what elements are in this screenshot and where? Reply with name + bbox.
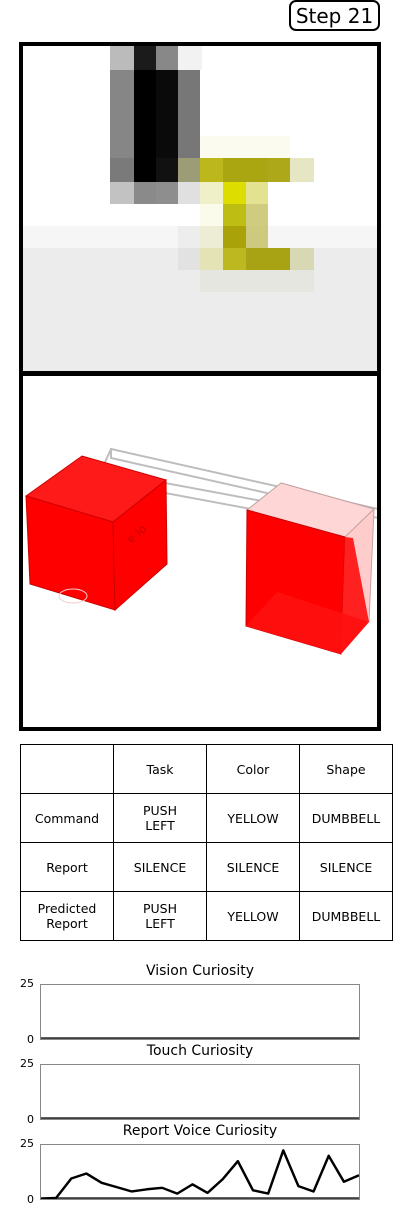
vision-curiosity-title: Vision Curiosity: [145, 963, 255, 979]
row-label-cell: Predicted Report: [20, 891, 114, 941]
color-cell: YELLOW: [206, 793, 300, 843]
shape-cell: DUMBBELL: [299, 891, 393, 941]
task-cell: PUSH LEFT: [113, 793, 207, 843]
touch-curiosity-plot: [40, 1064, 360, 1120]
command-report-table: Task Color Shape Command PUSH LEFT YELLOW…: [20, 744, 393, 941]
color-cell: YELLOW: [206, 891, 300, 941]
curiosity-series-line: [41, 1149, 359, 1199]
y-tick-label: 25: [20, 977, 34, 990]
right-red-cube: [245, 482, 375, 655]
task-cell: PUSH LEFT: [113, 891, 207, 941]
shape-cell: DUMBBELL: [299, 793, 393, 843]
vision-observation-panel: [19, 42, 381, 375]
y-tick-label: 25: [20, 1137, 34, 1150]
vision-curiosity-svg: [41, 1037, 359, 1039]
report-voice-curiosity-plot: [40, 1144, 360, 1200]
vision-pixel-image: [23, 46, 377, 371]
report-voice-curiosity-title: Report Voice Curiosity: [122, 1123, 278, 1139]
task-cell: SILENCE: [113, 842, 207, 892]
row-label-cell: Report: [20, 842, 114, 892]
table-header-cell: Task: [113, 744, 207, 794]
touch-curiosity-title: Touch Curiosity: [146, 1043, 254, 1059]
row-label-cell: Command: [20, 793, 114, 843]
report-voice-curiosity-svg: [41, 1149, 359, 1199]
y-tick-label: 0: [27, 1193, 34, 1206]
vision-curiosity-plot: [40, 984, 360, 1040]
table-header-cell: Color: [206, 744, 300, 794]
touch-curiosity-svg: [41, 1117, 359, 1119]
table-row: Predicted Report PUSH LEFT YELLOW DUMBBELL: [20, 891, 393, 941]
table-row: Report SILENCE SILENCE SILENCE: [20, 842, 393, 892]
shape-cell: SILENCE: [299, 842, 393, 892]
table-header-row: Task Color Shape: [20, 744, 393, 794]
left-red-cube: ɐ lo: [24, 455, 168, 612]
step-badge: Step 21: [289, 0, 380, 31]
color-cell: SILENCE: [206, 842, 300, 892]
table-header-cell: Shape: [299, 744, 393, 794]
scene-3d-panel: ɐ lo: [19, 372, 381, 731]
y-tick-label: 0: [27, 1033, 34, 1046]
table-row: Command PUSH LEFT YELLOW DUMBBELL: [20, 793, 393, 843]
y-tick-label: 25: [20, 1057, 34, 1070]
y-tick-label: 0: [27, 1113, 34, 1126]
table-header-cell: [20, 744, 114, 794]
scene-3d-render: ɐ lo: [24, 447, 377, 655]
